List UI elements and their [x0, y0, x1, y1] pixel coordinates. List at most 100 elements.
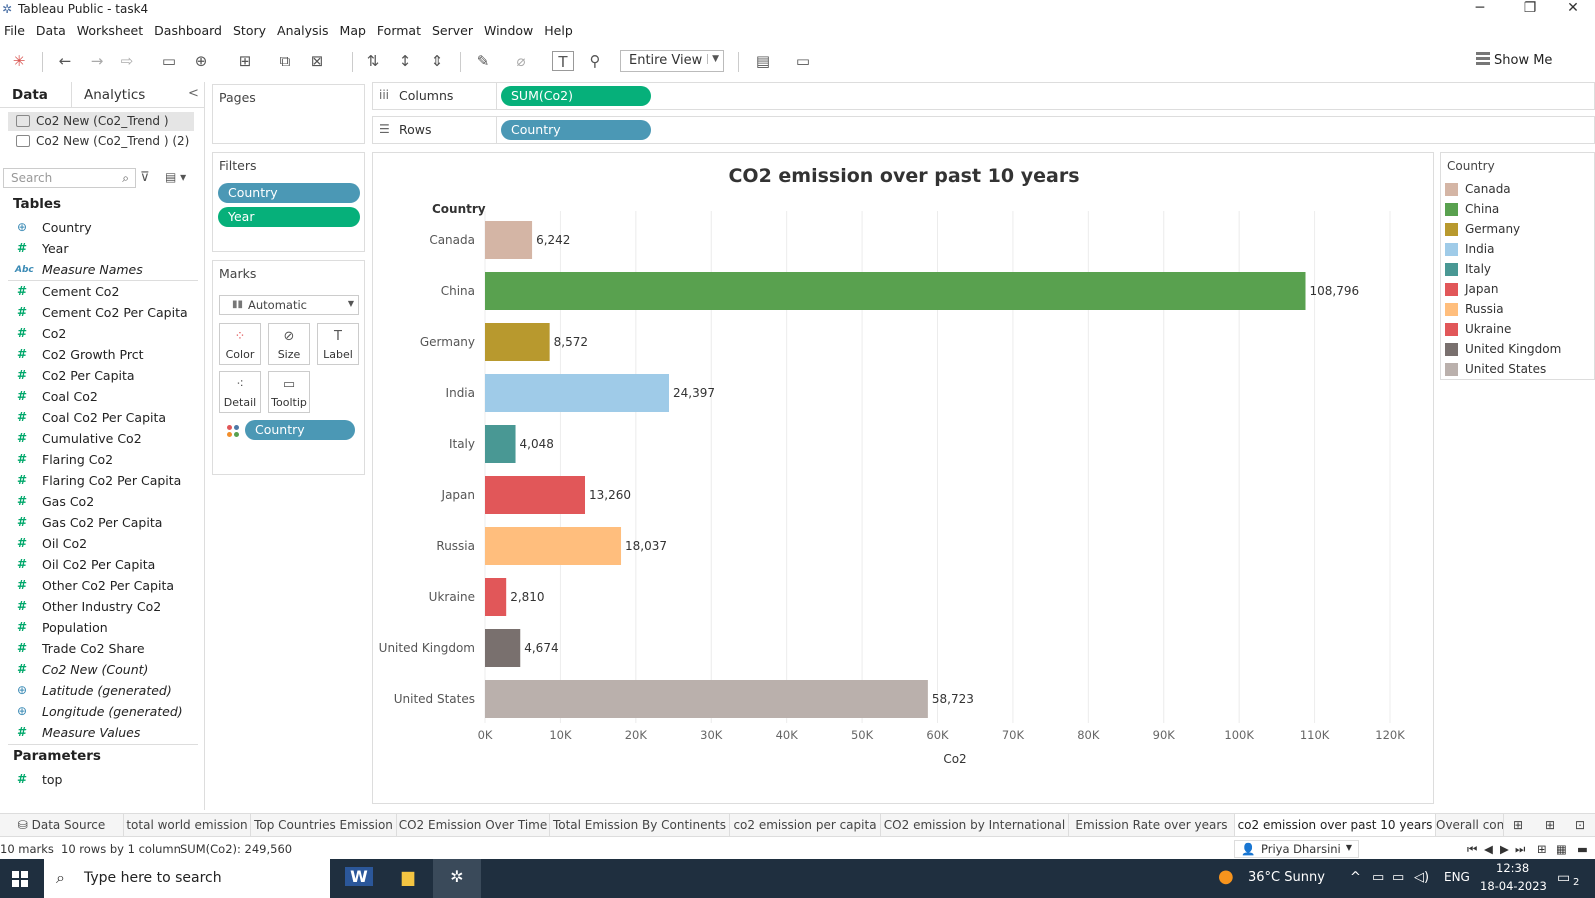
filters-card[interactable]: Filters Country Year	[212, 152, 365, 252]
field-measure[interactable]: # Oil Co2	[0, 534, 200, 554]
notifications-icon[interactable]: ▭	[1557, 870, 1570, 886]
new-datasource-icon[interactable]: ⊕	[190, 51, 212, 71]
rows-shelf[interactable]: ☰ Rows Country	[372, 116, 1595, 144]
sheet-tab[interactable]: co2 emission per capita	[730, 814, 881, 836]
bar-ukraine[interactable]	[485, 578, 507, 616]
group-members-icon[interactable]: ⌀	[510, 51, 532, 71]
datasource-item[interactable]: Co2 New (Co2_Trend )	[8, 112, 194, 131]
y-tick-label[interactable]: China	[441, 284, 475, 298]
detail-button[interactable]: ⁖ Detail	[219, 371, 261, 413]
clear-sheet-icon[interactable]: ⊠	[306, 51, 328, 71]
field-generated[interactable]: ⊕ Latitude (generated)	[0, 681, 200, 701]
y-tick-label[interactable]: Japan	[441, 488, 475, 502]
bar-italy[interactable]	[485, 425, 516, 463]
legend-item[interactable]: Germany	[1445, 221, 1520, 239]
weather-text[interactable]: 36°C Sunny	[1248, 870, 1325, 885]
sheet-tab-active[interactable]: co2 emission over past 10 years	[1235, 814, 1436, 836]
menu-story[interactable]: Story	[229, 20, 273, 42]
bar-united-states[interactable]	[485, 680, 928, 718]
columns-pill-sum-co2[interactable]: SUM(Co2)	[501, 86, 651, 106]
field-measure[interactable]: # Trade Co2 Share	[0, 639, 200, 659]
bar-canada[interactable]	[485, 221, 533, 259]
meet-icon[interactable]: ▭	[1372, 870, 1384, 885]
legend-item[interactable]: United States	[1445, 361, 1546, 379]
swap-rows-columns-icon[interactable]: ⇅	[362, 51, 384, 71]
word-app-icon[interactable]: W	[335, 859, 383, 898]
rows-pill-country[interactable]: Country	[501, 120, 651, 140]
sheet-tab[interactable]: Total Emission By Continents	[550, 814, 730, 836]
close-button[interactable]: ✕	[1553, 0, 1593, 18]
duplicate-sheet-icon[interactable]: ⧉	[274, 51, 296, 71]
field-measure[interactable]: # Coal Co2 Per Capita	[0, 408, 200, 428]
field-measure[interactable]: # Flaring Co2	[0, 450, 200, 470]
field-measure[interactable]: # Cement Co2 Per Capita	[0, 303, 200, 323]
tableau-start-icon[interactable]: ✳	[8, 51, 30, 71]
menu-map[interactable]: Map	[336, 20, 373, 42]
tray-chevron-icon[interactable]: ^	[1350, 870, 1361, 885]
mark-type-select[interactable]: ▮▮ Automatic ▼	[219, 295, 359, 315]
field-measure[interactable]: # Co2	[0, 324, 200, 344]
field-measure[interactable]: # Oil Co2 Per Capita	[0, 555, 200, 575]
field-search-input[interactable]: Search ⌕	[3, 168, 136, 188]
fit-view-select[interactable]: Entire View ▼	[620, 50, 724, 72]
sort-descending-icon[interactable]: ⇕	[426, 51, 448, 71]
field-measure[interactable]: # Coal Co2	[0, 387, 200, 407]
menu-worksheet[interactable]: Worksheet	[73, 20, 150, 42]
save-icon[interactable]: ▭	[158, 51, 180, 71]
new-dashboard-icon[interactable]: ⊞	[1538, 814, 1562, 836]
y-tick-label[interactable]: Russia	[436, 539, 475, 553]
field-measure[interactable]: # Flaring Co2 Per Capita	[0, 471, 200, 491]
field-measure[interactable]: # Gas Co2	[0, 492, 200, 512]
field-generated[interactable]: # Measure Values	[0, 723, 200, 743]
tab-analytics[interactable]: Analytics	[84, 87, 145, 103]
parameter-item[interactable]: # top	[0, 770, 200, 790]
presentation-mode-icon[interactable]: ▭	[792, 51, 814, 71]
language-indicator[interactable]: ENG	[1444, 870, 1470, 884]
marks-pill-country[interactable]: Country	[245, 420, 355, 440]
sheet-sorter-icon[interactable]: ⊞	[1537, 842, 1547, 856]
show-me-button[interactable]: Show Me	[1494, 53, 1552, 68]
sheet-tab[interactable]: Overall cont	[1436, 814, 1504, 836]
collapse-pane-icon[interactable]: <	[188, 86, 199, 101]
file-explorer-icon[interactable]: ▆	[384, 859, 432, 898]
maximize-button[interactable]: ❐	[1510, 0, 1550, 18]
tab-data[interactable]: Data	[0, 82, 72, 108]
legend-item[interactable]: Japan	[1445, 281, 1498, 299]
fix-axes-icon[interactable]: ⚲	[584, 51, 606, 71]
last-sheet-icon[interactable]: ⏭	[1515, 842, 1525, 857]
y-tick-label[interactable]: Germany	[420, 335, 475, 349]
replay-icon[interactable]: ⇨	[116, 51, 138, 71]
menu-analysis[interactable]: Analysis	[273, 20, 336, 42]
sheet-tab[interactable]: CO2 Emission Over Time	[397, 814, 550, 836]
next-sheet-icon[interactable]: ▶	[1500, 842, 1509, 856]
bar-india[interactable]	[485, 374, 669, 412]
color-button[interactable]: ⁘ Color	[219, 323, 261, 365]
legend-item[interactable]: Italy	[1445, 261, 1491, 279]
field-measure[interactable]: # Cumulative Co2	[0, 429, 200, 449]
sheet-tab[interactable]: Top Countries Emission	[251, 814, 397, 836]
menu-dashboard[interactable]: Dashboard	[150, 20, 229, 42]
legend-item[interactable]: Ukraine	[1445, 321, 1511, 339]
minimize-button[interactable]: ─	[1460, 0, 1500, 18]
menu-server[interactable]: Server	[428, 20, 480, 42]
sheet-tab[interactable]: Emission Rate over years	[1069, 814, 1235, 836]
legend-item[interactable]: Russia	[1445, 301, 1504, 319]
sheet-tab[interactable]: total world emission	[124, 814, 251, 836]
volume-icon[interactable]: ◁)	[1414, 870, 1429, 885]
label-button[interactable]: T Label	[317, 323, 359, 365]
y-tick-label[interactable]: Canada	[429, 233, 475, 247]
undo-icon[interactable]: ←	[54, 51, 76, 71]
y-tick-label[interactable]: Italy	[449, 437, 475, 451]
legend-item[interactable]: China	[1445, 201, 1499, 219]
menu-data[interactable]: Data	[32, 20, 73, 42]
prev-sheet-icon[interactable]: ◀	[1484, 842, 1493, 856]
filter-pill-year[interactable]: Year	[218, 207, 360, 227]
tabs-view-icon[interactable]: ▬	[1577, 842, 1588, 856]
network-icon[interactable]: ▭	[1392, 870, 1404, 885]
highlight-icon[interactable]: ✎	[472, 51, 494, 71]
bar-japan[interactable]	[485, 476, 586, 514]
clock-date[interactable]: 18-04-2023	[1480, 879, 1547, 893]
redo-icon[interactable]: →	[86, 51, 108, 71]
bar-russia[interactable]	[485, 527, 622, 565]
menu-format[interactable]: Format	[373, 20, 428, 42]
